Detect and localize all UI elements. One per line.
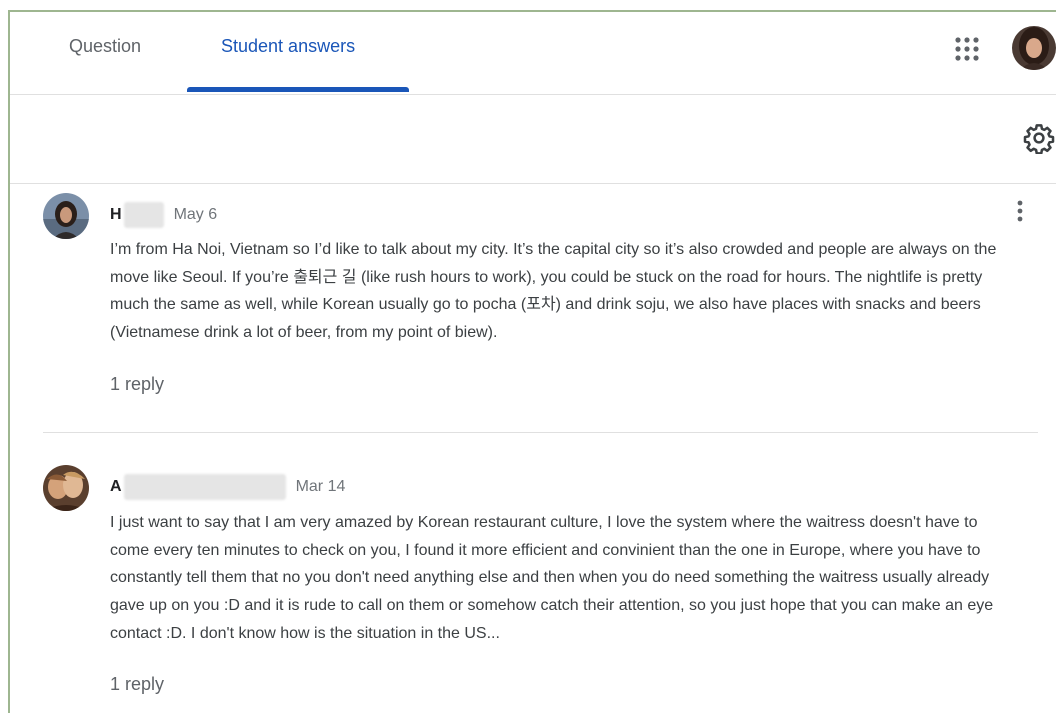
tab-question[interactable]: Question bbox=[69, 36, 141, 57]
settings-gear-icon[interactable] bbox=[1023, 122, 1055, 154]
author-row: H May 6 bbox=[110, 202, 218, 228]
app-frame: Question Student answers H May 6 I’m fro… bbox=[8, 10, 1056, 713]
post-date: May 6 bbox=[173, 206, 218, 223]
post-date: Mar 14 bbox=[295, 478, 346, 495]
tab-student-answers[interactable]: Student answers bbox=[221, 36, 355, 57]
author-name: A bbox=[110, 478, 122, 495]
answer-text: I just want to say that I am very amazed… bbox=[110, 514, 994, 642]
avatar bbox=[43, 193, 89, 239]
toolbar bbox=[10, 95, 1056, 184]
post-divider bbox=[43, 432, 1038, 433]
user-avatar-photo bbox=[1012, 26, 1056, 70]
author-name: H bbox=[110, 206, 122, 223]
apps-grid-icon[interactable] bbox=[953, 35, 981, 63]
answer-text: I’m from Ha Noi, Vietnam so I’d like to … bbox=[110, 241, 997, 342]
active-tab-indicator bbox=[187, 87, 409, 92]
more-vertical-icon[interactable] bbox=[1010, 198, 1030, 226]
avatar bbox=[43, 465, 89, 511]
reply-count-link[interactable]: 1 reply bbox=[110, 374, 164, 395]
redacted-name bbox=[123, 202, 164, 228]
reply-count-link[interactable]: 1 reply bbox=[110, 674, 164, 695]
header-bar: Question Student answers bbox=[10, 12, 1056, 95]
user-avatar[interactable] bbox=[1012, 26, 1056, 70]
author-row: A Mar 14 bbox=[110, 474, 346, 500]
redacted-name bbox=[123, 474, 286, 500]
